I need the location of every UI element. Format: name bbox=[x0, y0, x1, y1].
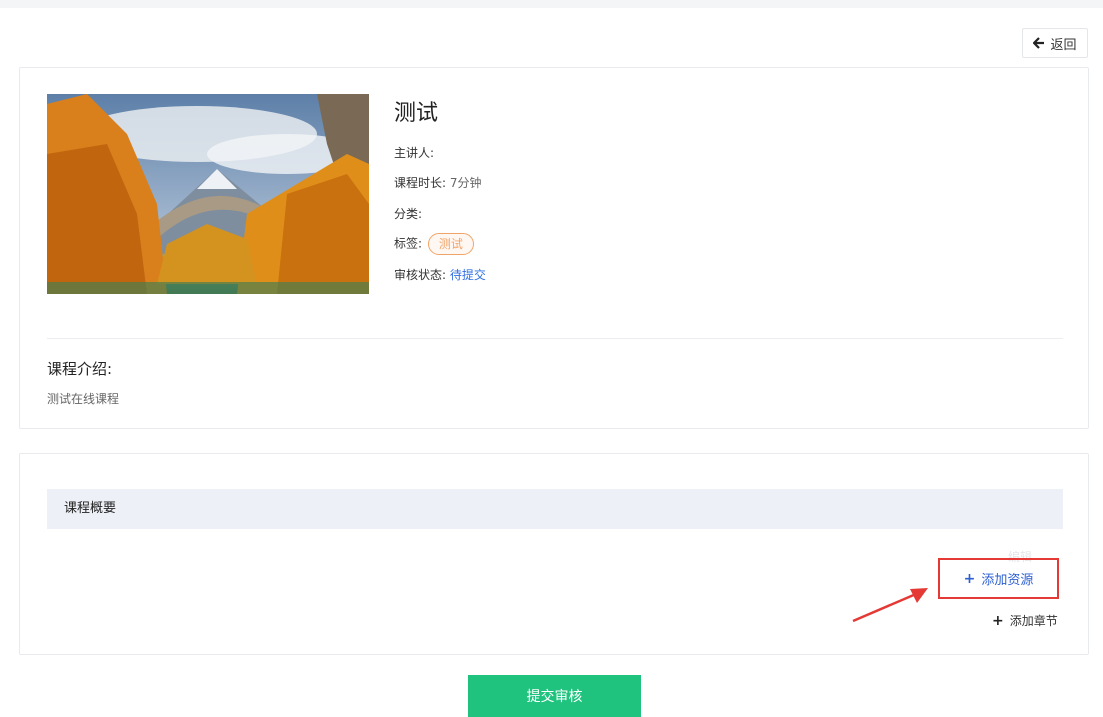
back-label: 返回 bbox=[1050, 37, 1077, 53]
add-resource-label: 添加资源 bbox=[981, 573, 1034, 588]
divider bbox=[47, 338, 1063, 339]
top-bar bbox=[0, 0, 1103, 8]
review-status-value: 待提交 bbox=[449, 268, 486, 282]
category-label: 分类: bbox=[394, 207, 423, 221]
back-button[interactable]: 返回 bbox=[1022, 28, 1088, 58]
plus-icon: + bbox=[963, 570, 976, 587]
intro-text: 测试在线课程 bbox=[47, 392, 120, 406]
lecturer-row: 主讲人: bbox=[394, 144, 434, 161]
lecturer-label: 主讲人: bbox=[394, 146, 435, 160]
course-cover-image bbox=[47, 94, 369, 294]
submit-review-button[interactable]: 提交审核 bbox=[468, 675, 641, 717]
tags-label: 标签: bbox=[394, 236, 423, 251]
add-resource-button[interactable]: + 添加资源 bbox=[938, 558, 1059, 599]
duration-label: 课程时长: bbox=[394, 176, 447, 190]
summary-header: 课程概要 bbox=[47, 489, 1063, 529]
review-label: 审核状态: bbox=[394, 268, 447, 282]
add-chapter-button[interactable]: + 添加章节 bbox=[992, 612, 1058, 629]
duration-value: 7分钟 bbox=[449, 176, 482, 190]
course-title: 测试 bbox=[394, 101, 439, 126]
intro-heading: 课程介绍: bbox=[47, 360, 113, 378]
tag-badge: 测试 bbox=[427, 233, 474, 255]
duration-row: 课程时长: 7分钟 bbox=[394, 174, 482, 191]
plus-icon: + bbox=[992, 612, 1004, 629]
review-status-row: 审核状态: 待提交 bbox=[394, 266, 486, 283]
category-row: 分类: bbox=[394, 205, 422, 222]
tags-row: 标签: 测试 bbox=[394, 233, 474, 255]
annotation-arrow-icon bbox=[852, 588, 928, 623]
course-info-card: 测试 主讲人: 课程时长: 7分钟 分类: 标签: 测试 审核状态: 待提交 课… bbox=[19, 67, 1089, 429]
arrow-left-icon bbox=[1033, 37, 1045, 49]
add-chapter-label: 添加章节 bbox=[1009, 614, 1058, 628]
